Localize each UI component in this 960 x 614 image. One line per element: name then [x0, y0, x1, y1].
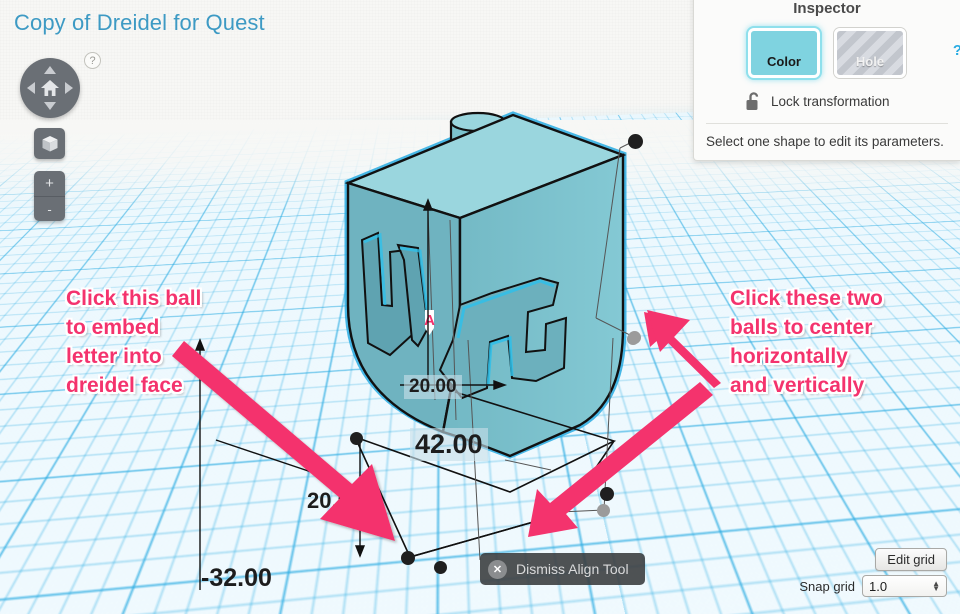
- hole-swatch-button[interactable]: Hole: [834, 28, 906, 78]
- annotation-left-line-2: to embed: [66, 316, 160, 339]
- annotation-left-note: Click this ball to embed letter into dre…: [66, 284, 201, 400]
- align-handle-left-edge[interactable]: [350, 432, 363, 445]
- dimension-label-depth: 20.00: [404, 375, 462, 399]
- color-swatch-label: Color: [767, 54, 801, 69]
- cube-icon: [42, 135, 57, 151]
- snap-grid-control[interactable]: Snap grid 1.0 ▲ ▼: [799, 575, 947, 597]
- home-icon[interactable]: [40, 79, 60, 97]
- align-handle-front-face[interactable]: [627, 333, 639, 345]
- annotation-right-note: Click these two balls to center horizont…: [730, 284, 883, 400]
- annotation-right-line-2: balls to center: [730, 316, 873, 339]
- annotation-left-line-4: dreidel face: [66, 374, 183, 397]
- align-handle-bottom-right[interactable]: [600, 487, 614, 501]
- zoom-out-button[interactable]: -: [34, 196, 65, 221]
- annotation-right-line-1: Click these two: [730, 287, 883, 310]
- inspector-panel: Inspector Color Hole ? Lock transformati…: [693, 0, 960, 161]
- dismiss-align-tool-button[interactable]: ✕ Dismiss Align Tool: [480, 553, 645, 585]
- align-handle-center-vertical[interactable]: [597, 504, 610, 517]
- dimension-label-offset: -32.00: [201, 564, 272, 592]
- close-x-icon: ✕: [488, 559, 507, 579]
- dimension-label-height: 20.00: [307, 488, 363, 513]
- inspector-title: Inspector: [793, 0, 861, 17]
- dismiss-align-tool-label: Dismiss Align Tool: [516, 561, 629, 577]
- zoom-controls[interactable]: + -: [34, 171, 65, 221]
- shape-label-text: A: [424, 312, 435, 329]
- snap-grid-label: Snap grid: [799, 578, 855, 594]
- dreidel-model[interactable]: A: [340, 100, 685, 500]
- annotation-left-line-3: letter into: [66, 345, 162, 368]
- annotation-right-line-3: horizontally: [730, 345, 848, 368]
- viewport-help-icon[interactable]: ?: [84, 52, 101, 69]
- page-title: Copy of Dreidel for Quest: [14, 10, 265, 35]
- align-handle-top-right[interactable]: [628, 134, 643, 149]
- zoom-in-button[interactable]: +: [34, 171, 65, 196]
- snap-grid-value: 1.0: [869, 578, 888, 594]
- hole-swatch-label: Hole: [855, 54, 885, 69]
- arrow-left-icon[interactable]: [27, 82, 35, 94]
- arrow-right-icon[interactable]: [65, 82, 73, 94]
- view-navigation-controls[interactable]: + -: [20, 58, 80, 221]
- align-handle-bottom-left[interactable]: [401, 551, 415, 565]
- snap-grid-select[interactable]: 1.0 ▲ ▼: [862, 575, 947, 597]
- dimension-label-width: 42.00: [410, 428, 488, 461]
- view-cube-button[interactable]: [34, 128, 65, 159]
- inspector-swatch-row: Color Hole ?: [694, 28, 960, 78]
- view-orbit-pad[interactable]: [20, 58, 80, 118]
- arrow-up-icon[interactable]: [44, 66, 56, 74]
- arrow-down-icon[interactable]: [44, 102, 56, 110]
- inspector-note: Select one shape to edit its parameters.: [706, 134, 944, 149]
- align-handle-bottom-mid[interactable]: [434, 561, 447, 574]
- lock-transformation-row[interactable]: Lock transformation: [694, 78, 960, 123]
- edit-grid-button[interactable]: Edit grid: [875, 548, 947, 571]
- inspector-help-icon[interactable]: ?: [953, 42, 960, 59]
- unlocked-padlock-icon: [746, 92, 759, 110]
- color-swatch-button[interactable]: Color: [748, 28, 820, 78]
- lock-transformation-label: Lock transformation: [771, 94, 890, 109]
- stepper-icon[interactable]: ▲ ▼: [932, 580, 940, 593]
- annotation-right-line-4: and vertically: [730, 374, 865, 397]
- annotation-left-line-1: Click this ball: [66, 287, 202, 310]
